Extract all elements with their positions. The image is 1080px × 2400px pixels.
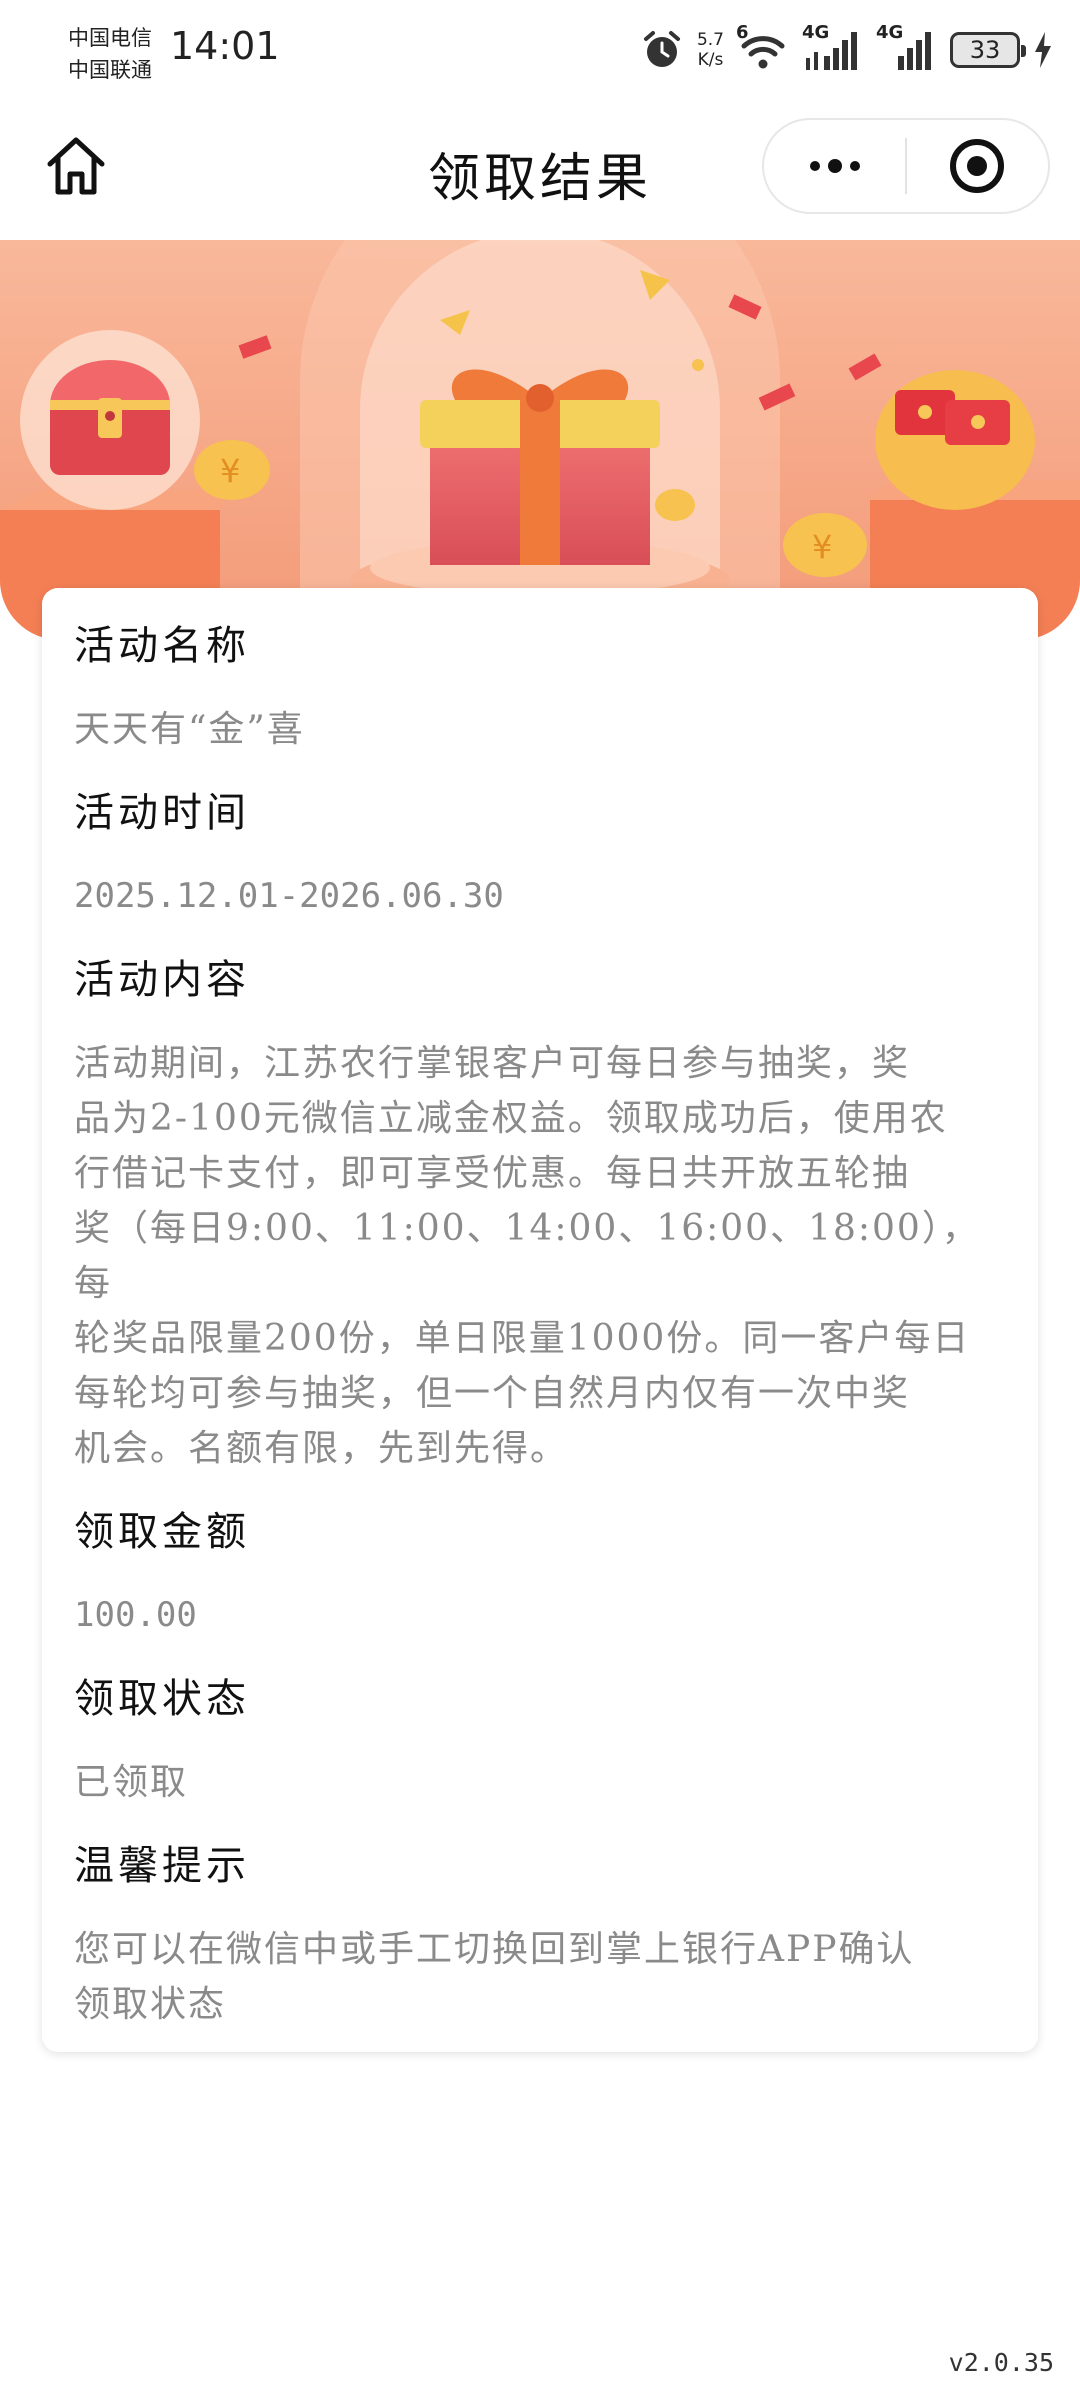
activity-name-value: 天天有“金”喜 xyxy=(74,709,305,750)
amount-value: 100.00 xyxy=(74,1595,197,1635)
net-speed-unit: K/s xyxy=(697,50,724,70)
result-card: 活动名称 天天有“金”喜 活动时间 2025.12.01-2026.06.30 … xyxy=(42,588,1038,2052)
banner-illustration: ¥ ¥ xyxy=(0,240,1080,640)
amount-label: 领取金额 xyxy=(74,1509,250,1555)
activity-time-value: 2025.12.01-2026.06.30 xyxy=(74,876,504,916)
target-close-icon xyxy=(950,139,1005,193)
battery-level: 33 xyxy=(969,36,1001,64)
battery-icon: 33 xyxy=(950,32,1026,68)
activity-name-section: 活动名称 天天有“金”喜 xyxy=(74,618,1008,757)
activity-content-label: 活动内容 xyxy=(74,957,250,1003)
promo-banner: ¥ ¥ xyxy=(0,240,1080,640)
charging-icon xyxy=(1035,32,1051,68)
content-line: 品为2-100元微信立减金权益。领取成功后，使用农 xyxy=(74,1098,948,1139)
carrier-2: 中国联通 xyxy=(68,58,152,82)
wifi-icon: 6 xyxy=(736,22,788,72)
status-label: 领取状态 xyxy=(74,1676,250,1722)
tip-value: 您可以在微信中或手工切换回到掌上银行APP确认 领取状态 xyxy=(74,1922,1008,2032)
net-speed-value: 5.7 xyxy=(696,30,724,50)
status-value: 已领取 xyxy=(74,1762,189,1803)
red-envelope-bowl-icon xyxy=(875,370,1035,510)
content-line: 每轮均可参与抽奖，但一个自然月内仅有一次中奖 xyxy=(74,1373,911,1414)
carrier-info: 中国电信 中国联通 xyxy=(68,22,152,86)
content-line: 行借记卡支付，即可享受优惠。每日共开放五轮抽 xyxy=(74,1153,911,1194)
activity-name-label: 活动名称 xyxy=(74,623,250,669)
more-dots-icon xyxy=(809,159,860,173)
content-line: 奖（每日9:00、11:00、14:00、16:00、18:00），每 xyxy=(74,1208,980,1304)
activity-time-label: 活动时间 xyxy=(74,790,250,836)
content-line: 轮奖品限量200份，单日限量1000份。同一客户每日 xyxy=(74,1318,971,1359)
miniapp-capsule xyxy=(762,118,1050,214)
status-time: 14:01 xyxy=(170,24,280,68)
activity-content-section: 活动内容 活动期间，江苏农行掌银客户可每日参与抽奖，奖 品为2-100元微信立减… xyxy=(74,952,1008,1476)
wifi-label: 6 xyxy=(736,22,749,43)
activity-time-section: 活动时间 2025.12.01-2026.06.30 xyxy=(74,785,1008,924)
content-line: 活动期间，江苏农行掌银客户可每日参与抽奖，奖 xyxy=(74,1043,911,1084)
status-bar: 中国电信 中国联通 14:01 5.7 K/s 6 4G 4G 33 xyxy=(0,0,1080,100)
content-line: 机会。名额有限，先到先得。 xyxy=(74,1428,569,1469)
treasure-chest-icon xyxy=(20,330,200,510)
alarm-icon xyxy=(643,31,680,67)
status-section: 领取状态 已领取 xyxy=(74,1671,1008,1810)
more-button[interactable] xyxy=(764,120,905,212)
svg-text:¥: ¥ xyxy=(812,528,832,566)
activity-content-value: 活动期间，江苏农行掌银客户可每日参与抽奖，奖 品为2-100元微信立减金权益。领… xyxy=(74,1036,1008,1476)
signal-icon-2: 4G xyxy=(876,22,936,72)
tip-label: 温馨提示 xyxy=(74,1843,250,1889)
close-button[interactable] xyxy=(907,120,1048,212)
gift-box-icon xyxy=(420,369,660,565)
version-label: v2.0.35 xyxy=(948,2348,1054,2377)
tip-line: 您可以在微信中或手工切换回到掌上银行APP确认 xyxy=(74,1929,915,1970)
status-indicators: 5.7 K/s 6 4G 4G 33 xyxy=(641,22,1052,78)
carrier-1: 中国电信 xyxy=(68,26,152,50)
signal-icon: 4G xyxy=(802,22,862,72)
signal-1-label: 4G xyxy=(802,22,830,43)
svg-text:¥: ¥ xyxy=(220,452,240,490)
net-speed: 5.7 K/s xyxy=(697,30,724,70)
tip-section: 温馨提示 您可以在微信中或手工切换回到掌上银行APP确认 领取状态 xyxy=(74,1838,1008,2032)
amount-section: 领取金额 100.00 xyxy=(74,1504,1008,1643)
tip-line: 领取状态 xyxy=(74,1984,227,2025)
nav-bar: 领取结果 xyxy=(0,100,1080,240)
signal-2-label: 4G xyxy=(876,22,904,43)
